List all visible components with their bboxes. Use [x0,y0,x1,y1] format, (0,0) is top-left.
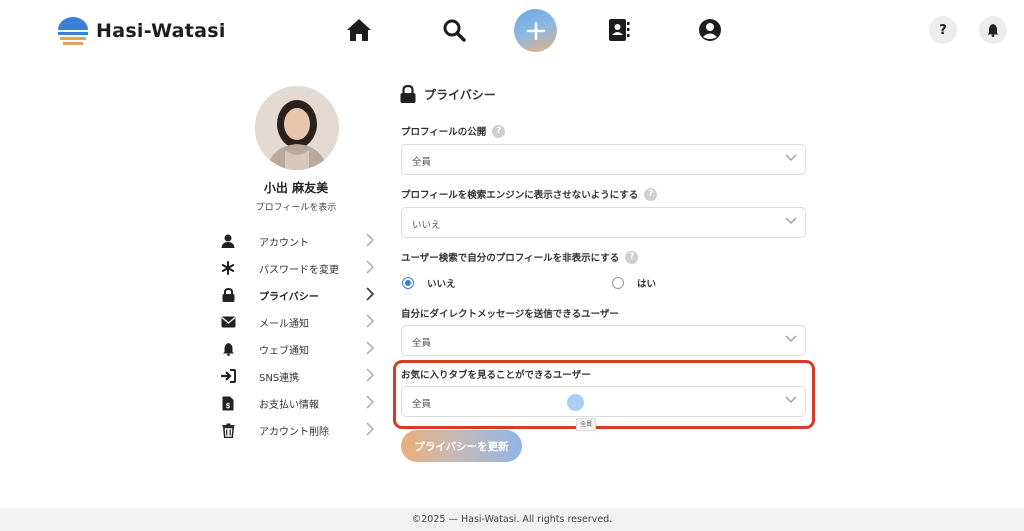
lock-icon [400,85,416,103]
bell-icon [987,24,999,37]
radio-label: いいえ [427,279,456,290]
contacts-icon[interactable] [605,16,633,44]
field-label-user-search-hide: ユーザー検索で自分のプロフィールを非表示にする ? [401,250,639,264]
profile-name: 小出 麻友美 [263,181,329,195]
user-icon [218,232,238,250]
profile-photo [255,86,339,170]
notifications-button[interactable] [979,16,1007,44]
profile-visibility-select[interactable]: 全員 [401,144,806,175]
field-label-text: ユーザー検索で自分のプロフィールを非表示にする [401,253,620,264]
field-label-text: プロフィールを検索エンジンに表示させないようにする [401,190,639,201]
radio-label: はい [637,279,657,290]
sidebar-item-privacy[interactable]: プライバシー [218,284,380,306]
update-privacy-button[interactable]: プライバシーを更新 [401,430,522,462]
selected-value: 全員 [412,157,432,168]
sidebar-item-label: メール通知 [259,318,309,330]
svg-text:$: $ [226,402,231,410]
bell-icon [218,340,238,358]
chevron-right-icon [366,368,374,382]
create-post-button[interactable] [514,9,557,52]
envelope-icon [218,313,238,331]
copyright-text: ©2025 — Hasi-Watasi. All rights reserved… [411,514,613,525]
sidebar-item-password[interactable]: パスワードを変更 [218,257,380,279]
brand-name: Hasi-Watasi [96,20,226,42]
radio-no[interactable]: いいえ [402,276,456,290]
footer: ©2025 — Hasi-Watasi. All rights reserved… [0,508,1024,531]
chevron-right-icon [366,422,374,436]
field-label-profile-visibility: プロフィールの公開 ? [401,124,506,138]
plus-icon [526,21,545,40]
selected-value: いいえ [412,220,441,231]
chevron-down-icon [785,217,797,224]
chevron-right-icon [366,233,374,247]
trash-icon [218,421,238,439]
direct-message-select[interactable]: 全員 [401,325,806,356]
field-label-search-engine: プロフィールを検索エンジンに表示させないようにする ? [401,187,658,201]
help-label: ? [939,22,947,38]
avatar [255,86,339,170]
chevron-right-icon [366,314,374,328]
sidebar-item-sns[interactable]: SNS連携 [218,365,380,387]
chevron-right-icon [366,287,374,301]
sunrise-logo-icon [58,17,88,45]
radio-selected-icon [402,277,414,289]
home-icon[interactable] [345,16,373,44]
invoice-icon: $ [218,394,238,412]
sidebar-item-label: プライバシー [259,291,319,303]
sidebar-item-label: アカウント [259,237,309,249]
sidebar-item-billing[interactable]: $ お支払い情報 [218,392,380,414]
section-header: プライバシー [400,85,496,103]
chevron-down-icon [785,154,797,161]
sidebar-item-web-notifications[interactable]: ウェブ通知 [218,338,380,360]
top-navbar: Hasi-Watasi ? [0,0,1024,62]
sidebar-item-label: アカウント削除 [259,426,329,438]
mouse-cursor-indicator [567,394,584,411]
field-label-direct-message: 自分にダイレクトメッセージを送信できるユーザー [401,306,619,320]
chevron-right-icon [366,395,374,409]
sidebar-item-account[interactable]: アカウント [218,230,380,252]
sidebar-item-label: SNS連携 [259,372,300,384]
help-button[interactable]: ? [929,16,957,44]
sidebar-item-label: お支払い情報 [259,399,319,411]
question-icon[interactable]: ? [625,250,639,264]
question-icon[interactable]: ? [644,187,658,201]
selected-value: 全員 [412,338,432,349]
field-label-text: プロフィールの公開 [401,127,487,138]
page-title: プライバシー [424,87,496,102]
radio-yes[interactable]: はい [612,276,656,290]
annotation-highlight-box [393,360,815,429]
hover-tooltip: 全員 [576,418,597,431]
asterisk-icon [218,259,238,277]
sidebar-item-email-notifications[interactable]: メール通知 [218,311,380,333]
sidebar-item-delete-account[interactable]: アカウント削除 [218,419,380,441]
sidebar-item-label: ウェブ通知 [259,345,309,357]
sidebar-item-label: パスワードを変更 [259,264,339,276]
user-circle-icon[interactable] [696,16,724,44]
radio-unselected-icon [612,277,624,289]
search-icon[interactable] [440,16,468,44]
sign-in-icon [218,367,238,385]
search-engine-select[interactable]: いいえ [401,207,806,238]
view-profile-link[interactable]: プロフィールを表示 [236,200,356,213]
field-label-text: 自分にダイレクトメッセージを送信できるユーザー [401,309,619,320]
lock-icon [218,286,238,304]
chevron-right-icon [366,341,374,355]
question-icon[interactable]: ? [492,124,506,138]
chevron-right-icon [366,260,374,274]
chevron-down-icon [785,335,797,342]
brand-logo[interactable]: Hasi-Watasi [56,16,226,46]
